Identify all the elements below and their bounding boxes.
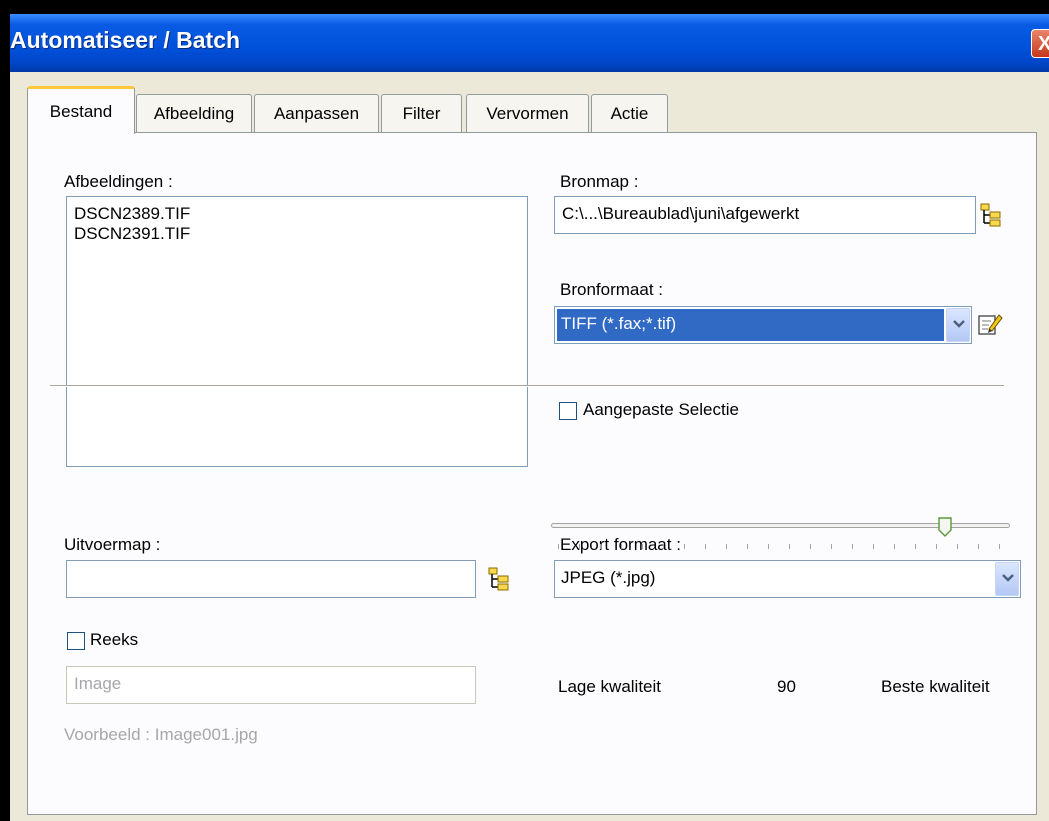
source-folder-value: C:\...\Bureaublad\juni\afgewerkt (562, 204, 800, 223)
quality-value: 90 (777, 677, 796, 696)
tick-mark (768, 544, 769, 549)
chevron-down-icon[interactable] (995, 562, 1019, 596)
output-folder-input[interactable] (66, 560, 476, 598)
separator (50, 385, 1004, 387)
tick-mark (852, 544, 853, 549)
list-item[interactable]: DSCN2391.TIF (67, 224, 527, 244)
list-item[interactable]: DSCN2389.TIF (67, 204, 527, 224)
edit-icon[interactable] (977, 311, 1003, 342)
tick-mark (978, 544, 979, 549)
tick-mark (600, 544, 601, 549)
sequence-name-input[interactable]: Image (66, 666, 476, 704)
tab-filter[interactable]: Filter (381, 94, 462, 133)
export-format-value: JPEG (*.jpg) (561, 568, 656, 587)
tick-mark (642, 544, 643, 549)
source-format-select[interactable]: TIFF (*.fax;*.tif) (554, 306, 972, 344)
tick-mark (936, 544, 937, 549)
source-format-value: TIFF (*.fax;*.tif) (561, 314, 677, 333)
tick-mark (894, 544, 895, 549)
preview-text: Voorbeeld : Image001.jpg (64, 725, 258, 744)
source-folder-input[interactable]: C:\...\Bureaublad\juni\afgewerkt (554, 196, 976, 234)
batch-dialog: Automatiseer / Batch X Bestand Afbeeldin… (10, 14, 1049, 821)
close-icon: X (1038, 33, 1049, 55)
folder-tree-icon[interactable] (488, 567, 510, 596)
tick-mark (999, 544, 1000, 549)
tab-bestand[interactable]: Bestand (27, 86, 135, 134)
tick-mark (831, 544, 832, 549)
source-folder-label: Bronmap : (560, 172, 639, 191)
tick-mark (747, 544, 748, 549)
export-format-select[interactable]: JPEG (*.jpg) (554, 560, 1021, 598)
window-title: Automatiseer / Batch (10, 27, 241, 53)
slider-thumb-icon[interactable] (938, 517, 952, 542)
images-list[interactable]: DSCN2389.TIF DSCN2391.TIF (66, 196, 528, 467)
custom-selection-checkbox[interactable] (559, 402, 577, 420)
sequence-label: Reeks (90, 630, 139, 649)
tick-mark (705, 544, 706, 549)
tick-mark (810, 544, 811, 549)
tick-mark (726, 544, 727, 549)
source-format-label: Bronformaat : (560, 280, 663, 299)
custom-selection-label: Aangepaste Selectie (583, 400, 739, 419)
sequence-name-value: Image (74, 674, 122, 693)
quality-high-label: Beste kwaliteit (881, 677, 990, 696)
tick-mark (684, 544, 685, 549)
tab-afbeelding[interactable]: Afbeelding (136, 94, 252, 133)
title-bar[interactable]: Automatiseer / Batch X (10, 14, 1049, 72)
close-button[interactable]: X (1031, 29, 1049, 58)
quality-low-label: Lage kwaliteit (558, 677, 662, 696)
tab-vervormen[interactable]: Vervormen (466, 94, 589, 133)
chevron-down-icon[interactable] (946, 308, 970, 342)
tick-mark (663, 544, 664, 549)
images-label: Afbeeldingen : (64, 172, 173, 191)
tick-mark (915, 544, 916, 549)
tick-mark (957, 544, 958, 549)
sequence-checkbox[interactable] (67, 632, 85, 650)
tab-aanpassen[interactable]: Aanpassen (254, 94, 379, 133)
tick-mark (873, 544, 874, 549)
folder-tree-icon[interactable] (980, 203, 1002, 232)
output-folder-label: Uitvoermap : (64, 535, 161, 554)
tick-mark (558, 544, 559, 549)
tick-mark (789, 544, 790, 549)
tab-actie[interactable]: Actie (591, 94, 668, 133)
tick-mark (621, 544, 622, 549)
tick-mark (579, 544, 580, 549)
